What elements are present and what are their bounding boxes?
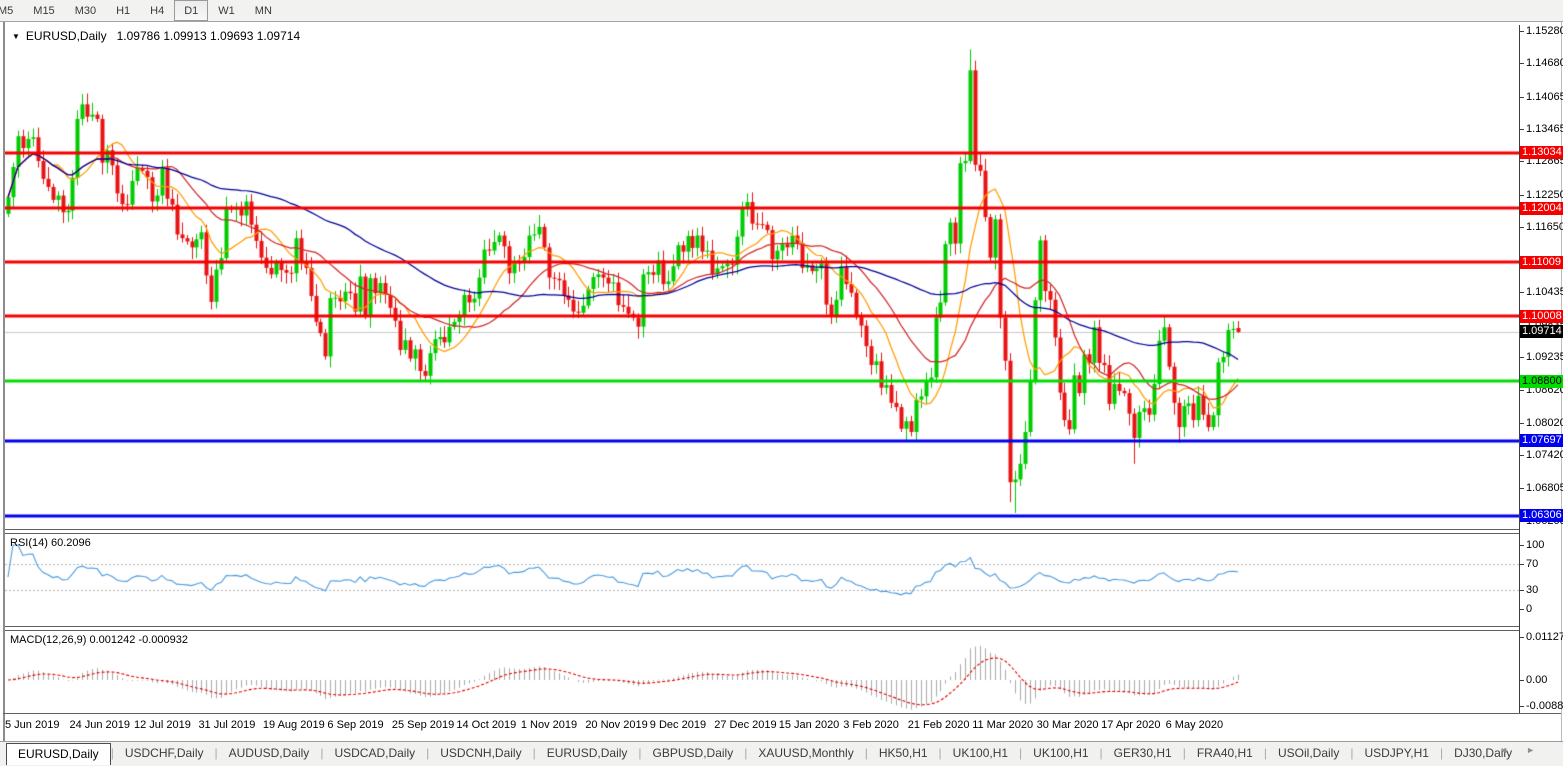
chart-tab-fra40-h1[interactable]: FRA40,H1 [1186,743,1264,764]
chart-tab-usdjpy-h1[interactable]: USDJPY,H1 [1353,743,1439,764]
chart-tab-bar: EURUSD,Daily | USDCHF,Daily | AUDUSD,Dai… [0,741,1563,766]
date-axis-label: 3 Feb 2020 [843,719,899,731]
date-axis-label: 20 Nov 2019 [585,719,647,731]
price-axis-tick: 1.06805 [1526,482,1563,495]
collapse-indicator-icon[interactable]: ▼ [12,32,20,41]
hline-price-label: 1.06306 [1520,509,1563,522]
chart-tab-xauusd-monthly[interactable]: XAUUSD,Monthly [747,743,864,764]
price-axis-tick: 1.12250 [1526,189,1563,202]
date-axis-label: 14 Oct 2019 [456,719,516,731]
date-axis-label: 6 May 2020 [1166,719,1223,731]
price-axis-tick: 1.08020 [1526,417,1563,430]
macd-axis-label: 0.00 [1526,674,1563,686]
chart-ohlc-values: 1.09786 1.09913 1.09693 1.09714 [117,29,301,43]
chart-tab-ger30-h1[interactable]: GER30,H1 [1103,743,1183,764]
timeframe-button-mn[interactable]: MN [245,0,282,21]
date-axis-label: 15 Jan 2020 [779,719,840,731]
macd-axis-label: 0.011277 [1526,631,1563,643]
price-axis-tick: 1.09235 [1526,351,1563,364]
date-axis-border [3,713,1561,714]
tab-scroll-arrows[interactable]: ◄► [1499,745,1553,755]
chart-title: ▼ EURUSD,Daily 1.09786 1.09913 1.09693 1.0… [12,29,300,43]
date-axis-label: 6 Sep 2019 [327,719,383,731]
timeframe-button-m15[interactable]: M15 [23,0,64,21]
chart-tab-usdcad-daily[interactable]: USDCAD,Daily [323,743,426,764]
date-axis-label: 30 Mar 2020 [1037,719,1099,731]
timeframe-button-h1[interactable]: H1 [106,0,140,21]
rsi-axis-label: 100 [1526,539,1563,551]
price-axis-tick: 1.11650 [1526,221,1563,234]
macd-indicator-canvas[interactable] [5,630,1519,713]
timeframe-button-h4[interactable]: H4 [140,0,174,21]
date-axis-label: 17 Apr 2020 [1101,719,1160,731]
timeframe-button-m30[interactable]: M30 [65,0,106,21]
date-axis-label: 11 Mar 2020 [972,719,1033,731]
chart-tab-usoil-daily[interactable]: USOil,Daily [1267,743,1350,764]
hline-price-label: 1.11009 [1520,256,1563,269]
price-axis-tick: 1.13465 [1526,123,1563,136]
date-axis-label: 19 Aug 2019 [263,719,325,731]
chart-tab-uk100-h1[interactable]: UK100,H1 [942,743,1019,764]
macd-axis-label: -0.008845 [1526,700,1563,712]
price-axis-tick: 1.07420 [1526,449,1563,462]
mt4-terminal: { "toolbar": {"buttons": ["M5","M15","M3… [0,0,1563,765]
macd-label: MACD(12,26,9) 0.001242 -0.000932 [10,634,188,646]
hline-price-label: 1.12004 [1520,202,1563,215]
chart-tab-eurusd-daily[interactable]: EURUSD,Daily [6,743,111,765]
date-axis-label: 27 Dec 2019 [714,719,776,731]
timeframe-button-m5[interactable]: M5 [0,0,23,21]
date-axis-label: 24 Jun 2019 [69,719,130,731]
rsi-axis-label: 70 [1526,558,1563,570]
chart-tab-hk50-h1[interactable]: HK50,H1 [868,743,939,764]
timeframe-button-d1[interactable]: D1 [174,0,208,21]
rsi-axis-label: 30 [1526,584,1563,596]
hline-price-label: 1.10008 [1520,310,1563,323]
date-axis-label: 12 Jul 2019 [134,719,191,731]
timeframe-button-w1[interactable]: W1 [208,0,245,21]
date-axis-label: 1 Nov 2019 [521,719,577,731]
price-axis-tick: 1.15280 [1526,25,1563,38]
chart-tab-usdcnh-daily[interactable]: USDCNH,Daily [429,743,532,764]
date-axis-label: 21 Feb 2020 [908,719,970,731]
current-bid-price-label: 1.09714 [1520,325,1563,338]
price-axis-tick: 1.14065 [1526,91,1563,104]
date-axis-label: 25 Sep 2019 [392,719,454,731]
chart-tab-eurusd-daily[interactable]: EURUSD,Daily [536,743,639,764]
price-axis-tick: 1.14680 [1526,57,1563,70]
price-axis-tick: 1.10435 [1526,286,1563,299]
hline-price-label: 1.08800 [1520,375,1563,388]
chart-tab-gbpusd-daily[interactable]: GBPUSD,Daily [642,743,745,764]
rsi-macd-splitter[interactable] [5,626,1519,631]
chart-tab-audusd-daily[interactable]: AUDUSD,Daily [218,743,321,764]
date-axis-label: 31 Jul 2019 [198,719,255,731]
chart-rsi-splitter[interactable] [5,529,1519,534]
hline-price-label: 1.07697 [1520,434,1563,447]
rsi-axis-label: 0 [1526,603,1563,615]
rsi-label: RSI(14) 60.2096 [10,537,91,549]
chart-symbol-label: EURUSD,Daily [26,29,107,43]
date-axis-label: 5 Jun 2019 [5,719,59,731]
chart-tab-uk100-h1[interactable]: UK100,H1 [1022,743,1099,764]
chart-tab-usdchf-daily[interactable]: USDCHF,Daily [114,743,215,764]
rsi-indicator-canvas[interactable] [5,533,1519,627]
hline-price-label: 1.13034 [1520,146,1563,159]
timeframe-toolbar: M5M15M30H1H4D1W1MN [0,0,1563,22]
date-axis-label: 9 Dec 2019 [650,719,706,731]
price-chart-canvas[interactable] [5,25,1519,530]
